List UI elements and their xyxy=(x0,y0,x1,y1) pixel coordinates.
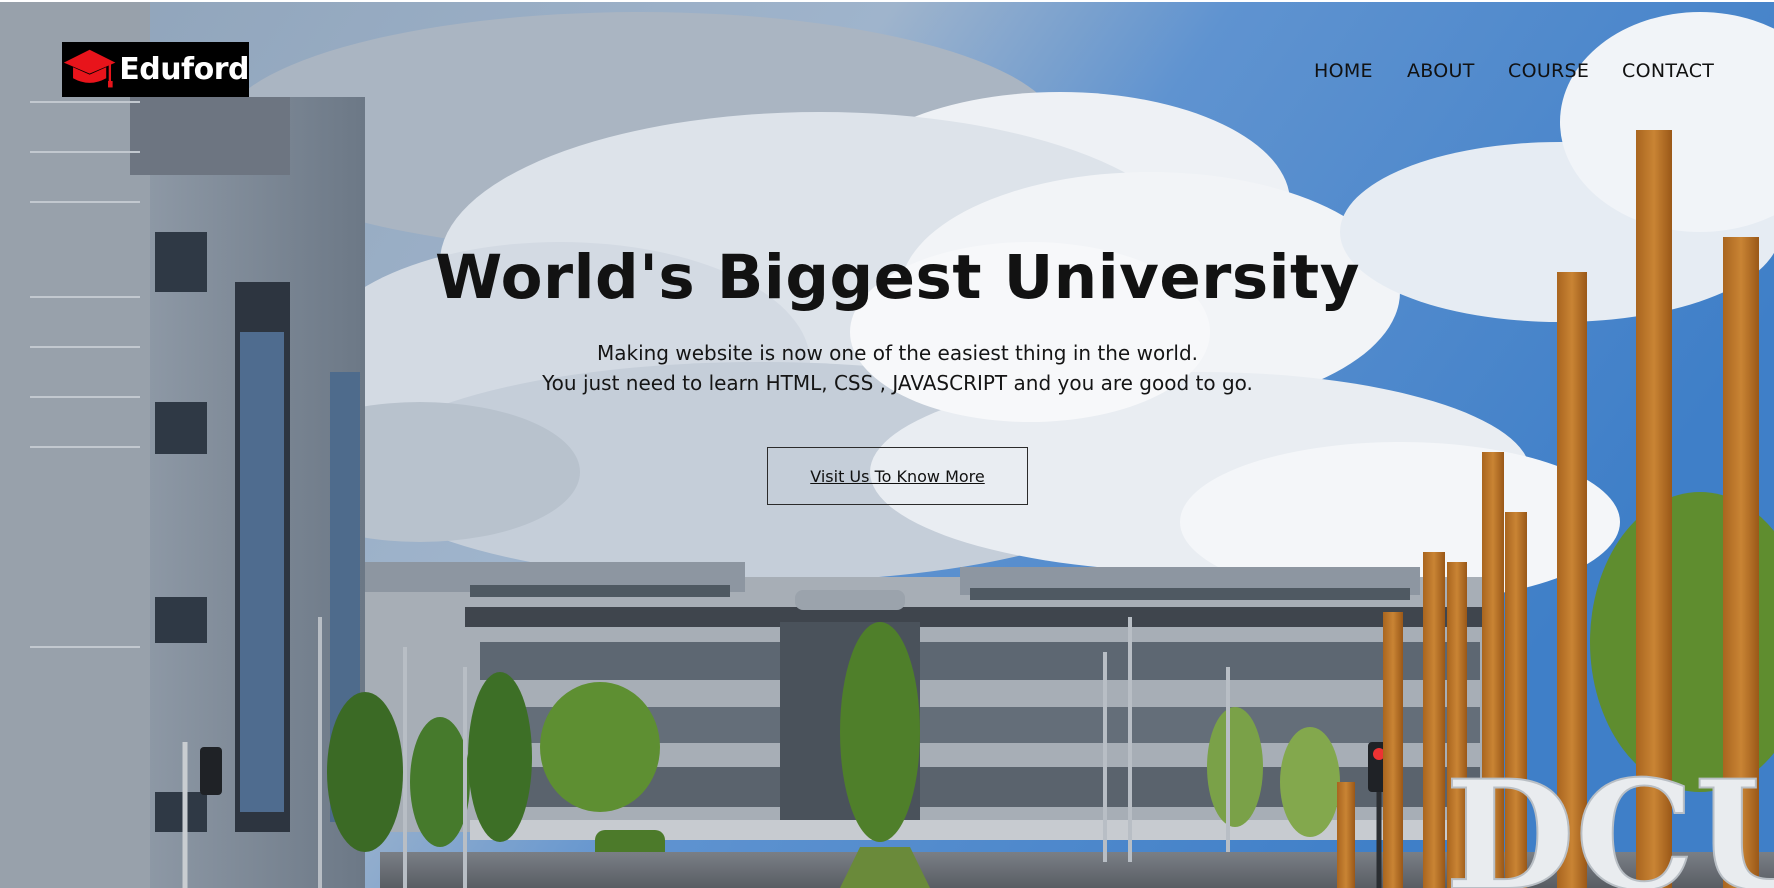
brand-name: Eduford xyxy=(119,52,249,87)
visit-us-button[interactable]: Visit Us To Know More xyxy=(767,447,1028,505)
hero-title: World's Biggest University xyxy=(435,242,1360,313)
nav-about-link[interactable]: ABOUT xyxy=(1407,60,1475,82)
brand-logo[interactable]: Eduford xyxy=(62,42,249,97)
nav-course-link[interactable]: COURSE xyxy=(1508,60,1589,82)
dcu-sign: DCU xyxy=(1445,748,1774,888)
graduation-cap-icon xyxy=(63,49,116,88)
nav-home-link[interactable]: HOME xyxy=(1314,60,1373,82)
main-nav: HOME ABOUT COURSE CONTACT xyxy=(1300,60,1730,90)
hero-background-image: DCU xyxy=(0,2,1774,888)
hero-subtitle-line-1: Making website is now one of the easiest… xyxy=(596,341,1199,365)
hero-subtitle-line-2: You just need to learn HTML, CSS , JAVAS… xyxy=(542,371,1253,395)
nav-contact-link[interactable]: CONTACT xyxy=(1622,60,1714,82)
hero-section: DCU Eduford HOME ABOUT COURSE CONTACT Wo… xyxy=(0,2,1774,888)
